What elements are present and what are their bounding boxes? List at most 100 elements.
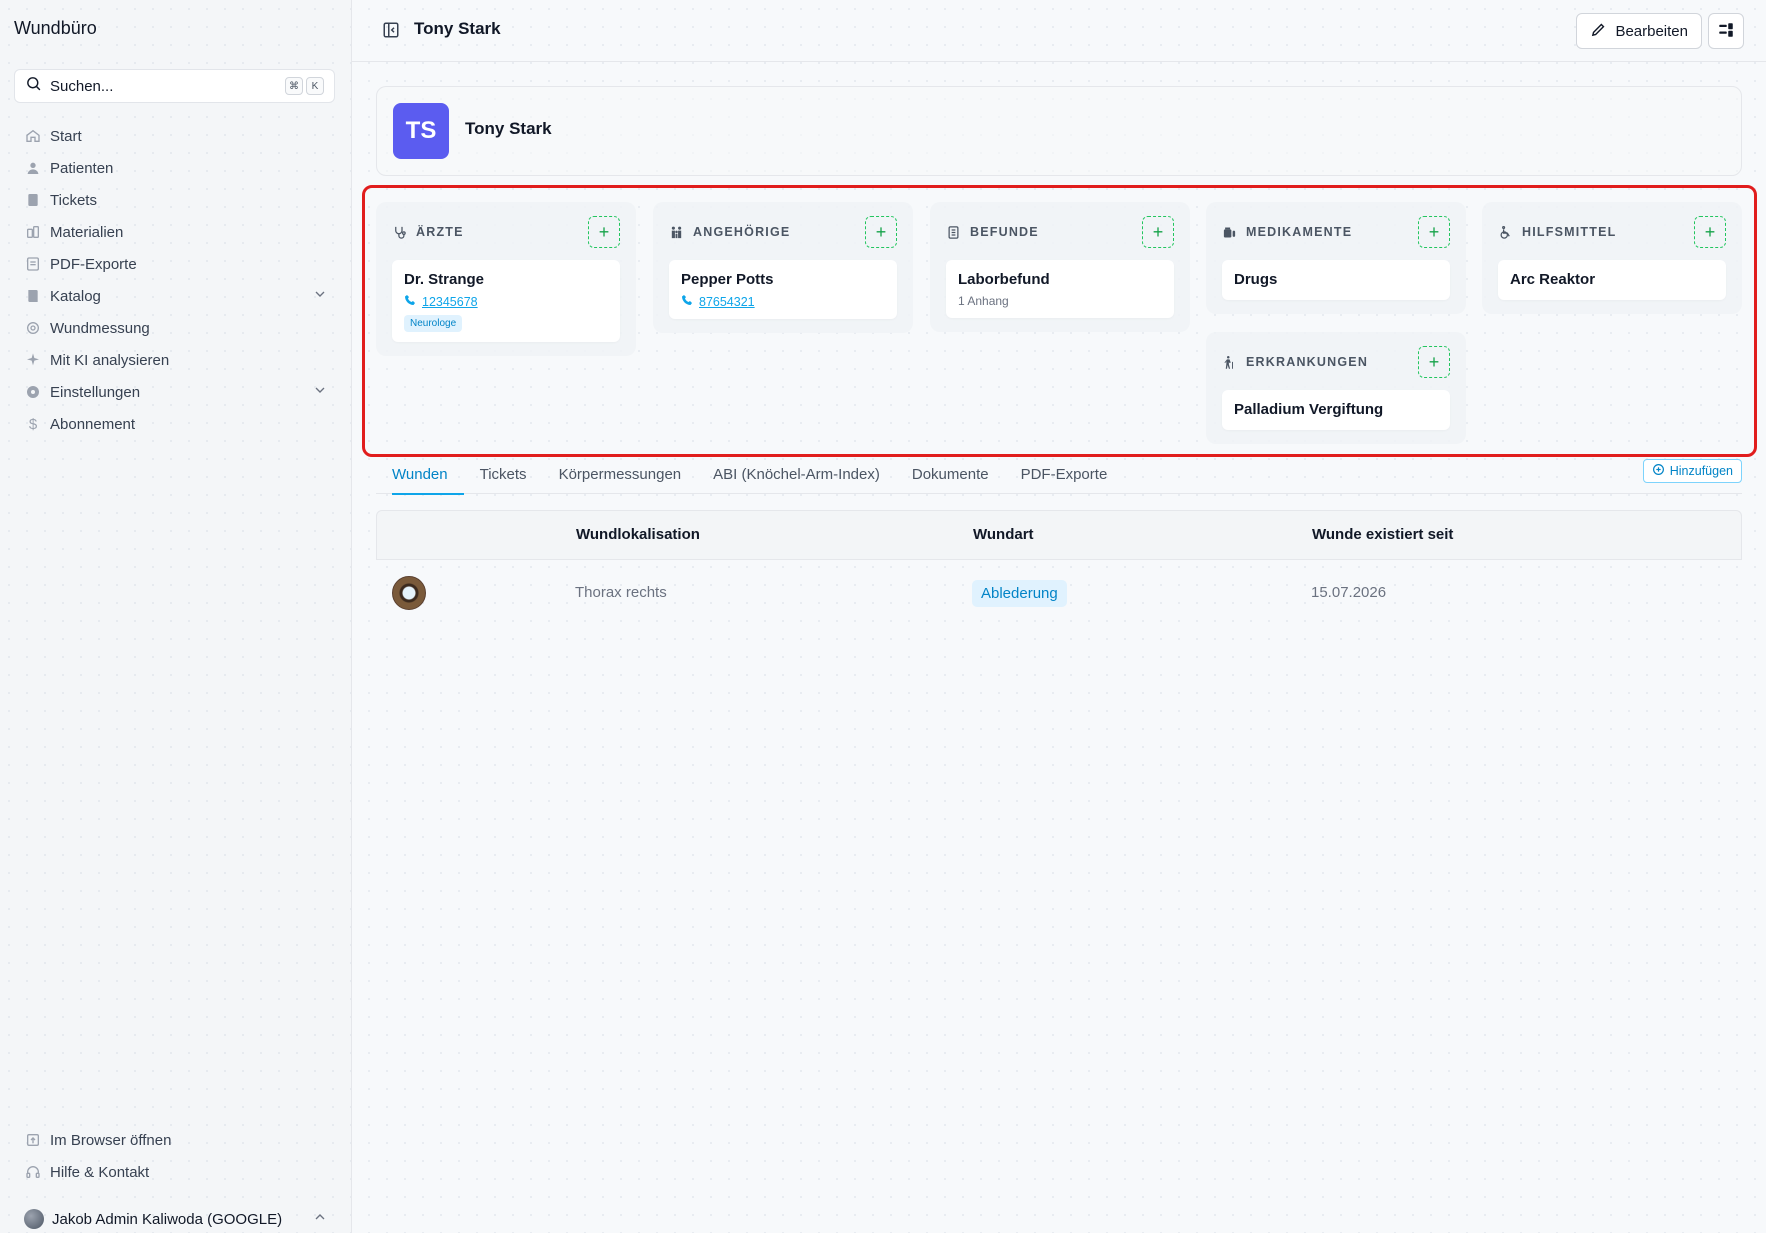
list-item[interactable]: Arc Reaktor [1498,260,1726,300]
document-icon [946,224,962,240]
wound-thumbnail[interactable] [392,576,426,610]
sidebar-item-abonnement[interactable]: $ Abonnement [24,408,328,440]
sidebar-item-pdf-exporte[interactable]: PDF-Exporte [24,248,328,280]
sidebar-item-ki-analysieren[interactable]: Mit KI analysieren [24,344,328,376]
add-angehoeriger-button[interactable]: + [865,216,897,248]
tab-dokumente[interactable]: Dokumente [896,456,1005,494]
sidebar-item-materialien[interactable]: Materialien [24,216,328,248]
sidebar-item-label: PDF-Exporte [50,255,137,273]
list-item[interactable]: Pepper Potts 87654321 [669,260,897,319]
add-befund-button[interactable]: + [1142,216,1174,248]
add-arzt-button[interactable]: + [588,216,620,248]
sidebar-item-tickets[interactable]: Tickets [24,184,328,216]
sidebar-item-label: Hilfe & Kontakt [50,1163,150,1181]
wound-since-date: 15.07.2026 [1311,584,1387,601]
plus-circle-icon [1652,463,1665,479]
chevron-up-icon[interactable] [312,1209,328,1229]
sidebar-bottom-nav: Im Browser öffnen Hilfe & Kontakt [24,1124,328,1188]
pdf-icon [24,255,42,273]
column-header: Wunde existiert seit [1312,526,1454,543]
chevron-down-icon[interactable] [312,382,328,402]
avatar [24,1209,44,1229]
table-row[interactable]: Thorax rechts Ablederung 15.07.2026 [376,560,1742,626]
sidebar-item-patienten[interactable]: Patienten [24,152,328,184]
phone-link[interactable]: 87654321 [681,294,885,309]
gear-icon [24,383,42,401]
sidebar-item-hilfe-kontakt[interactable]: Hilfe & Kontakt [24,1156,328,1188]
phone-link[interactable]: 12345678 [404,294,608,309]
tab-wunden[interactable]: Wunden [376,456,464,495]
sidebar-item-label: Abonnement [50,415,136,433]
add-erkrankung-button[interactable]: + [1418,346,1450,378]
sidebar-toggle-icon[interactable] [382,21,400,39]
sidebar-item-label: Materialien [50,223,124,241]
sidebar-item-label: Mit KI analysieren [50,351,170,369]
sidebar-item-start[interactable]: Start [24,120,328,152]
search-shortcut: ⌘ K [285,77,324,95]
phone-icon [404,294,416,309]
finding-name: Laborbefund [958,271,1050,288]
column-header: Wundart [973,526,1034,543]
list-item[interactable]: Drugs [1222,260,1450,300]
sidebar-item-label: Tickets [50,191,97,209]
relative-name: Pepper Potts [681,271,774,288]
headset-icon [24,1163,42,1181]
wound-location: Thorax rechts [575,584,667,601]
search-placeholder: Suchen... [50,77,114,95]
doctor-name: Dr. Strange [404,271,485,288]
family-icon [669,224,685,240]
card-befunde: BEFUNDE + Laborbefund 1 Anhang [930,202,1190,332]
sidebar-item-einstellungen[interactable]: Einstellungen [24,376,328,408]
search-icon [25,75,42,97]
add-wound-label: Hinzufügen [1669,464,1733,478]
page-title: Tony Stark [414,19,501,38]
sidebar-item-katalog[interactable]: Katalog [24,280,328,312]
tab-koerpermessungen[interactable]: Körpermessungen [543,456,698,494]
app-title: Wundbüro [14,18,97,38]
book-icon [24,287,42,305]
edit-button[interactable]: Bearbeiten [1576,13,1702,49]
phone-number: 12345678 [422,294,478,309]
sidebar-item-im-browser-oeffnen[interactable]: Im Browser öffnen [24,1124,328,1156]
aid-name: Arc Reaktor [1510,271,1596,288]
user-name: Jakob Admin Kaliwoda (GOOGLE) [52,1210,283,1228]
stethoscope-icon [392,224,408,240]
list-item[interactable]: Laborbefund 1 Anhang [946,260,1174,318]
wounds-table-header: Wundlokalisation Wundart Wunde existiert… [376,510,1742,560]
list-item[interactable]: Dr. Strange 12345678 Neurologe [392,260,620,342]
wound-type-badge: Ablederung [972,580,1067,607]
shortcut-mod-key: ⌘ [285,77,303,95]
patient-tabs: Wunden Tickets Körpermessungen ABI (Knöc… [376,456,1742,495]
dollar-icon: $ [28,415,38,433]
card-medikamente: MEDIKAMENTE + Drugs [1206,202,1466,314]
add-hilfsmittel-button[interactable]: + [1694,216,1726,248]
user-menu[interactable]: Jakob Admin Kaliwoda (GOOGLE) [24,1208,328,1230]
phone-number: 87654321 [699,294,755,309]
column-header: Wundlokalisation [576,526,700,543]
person-cane-icon [1222,354,1238,370]
card-title: ANGEHÖRIGE [693,225,791,239]
tab-tickets[interactable]: Tickets [464,456,543,494]
sparkle-icon [24,351,42,369]
external-icon [24,1131,42,1149]
chevron-down-icon[interactable] [312,286,328,306]
sidebar-item-label: Patienten [50,159,114,177]
list-item[interactable]: Palladium Vergiftung [1222,390,1450,430]
sidebar-item-wundmessung[interactable]: Wundmessung [24,312,328,344]
patient-avatar: TS [393,103,449,159]
sidebar: Wundbüro Suchen... ⌘ K Start Patienten T… [0,0,352,1233]
page-header: Tony Stark Bearbeiten [352,0,1766,62]
card-angehoerige: ANGEHÖRIGE + Pepper Potts 87654321 [653,202,913,333]
edit-button-label: Bearbeiten [1615,22,1688,40]
home-icon [24,127,42,145]
panel-toggle-button[interactable] [1708,13,1744,49]
search-input[interactable]: Suchen... ⌘ K [14,69,335,103]
tab-pdf-exporte[interactable]: PDF-Exporte [1005,456,1124,494]
user-icon [24,159,42,177]
sidebar-item-label: Wundmessung [50,319,150,337]
card-erkrankungen: ERKRANKUNGEN + Palladium Vergiftung [1206,332,1466,444]
add-medikament-button[interactable]: + [1418,216,1450,248]
panel-layout-icon [1717,21,1735,42]
add-wound-button[interactable]: Hinzufügen [1642,459,1742,483]
tab-abi[interactable]: ABI (Knöchel-Arm-Index) [697,456,896,494]
